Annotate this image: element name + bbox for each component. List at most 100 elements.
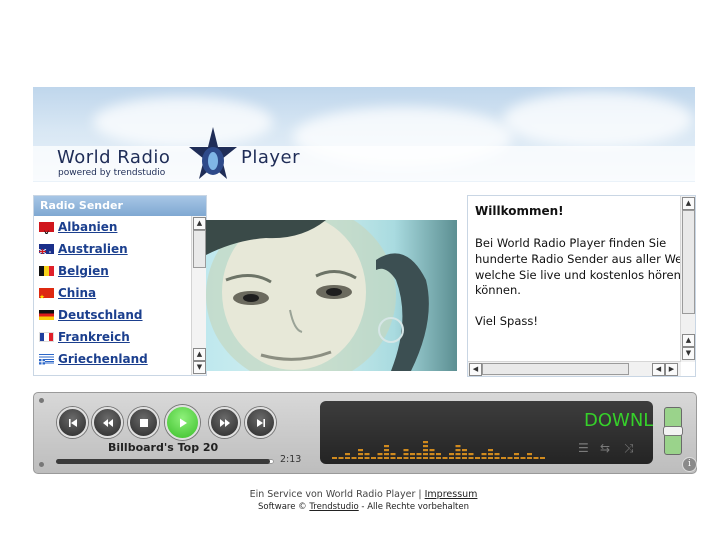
country-item-griechenland: Griechenland	[34, 348, 206, 370]
radio-sender-title: Radio Sender	[34, 196, 206, 216]
equalizer-segment	[364, 457, 370, 459]
skip-forward-icon	[256, 418, 265, 427]
volume-knob[interactable]	[663, 426, 683, 436]
country-link-australien[interactable]: Australien	[58, 242, 128, 256]
scroll-left-arrow-icon[interactable]: ◀	[652, 363, 665, 376]
skip-forward-button[interactable]	[245, 407, 276, 438]
welcome-vertical-scrollbar[interactable]: ▲ ▲ ▼	[680, 196, 695, 362]
equalizer-segment	[345, 453, 350, 456]
equalizer-segment	[468, 453, 474, 456]
playlist-icon[interactable]: ☰	[578, 441, 589, 455]
country-item-australien: Australien	[34, 238, 206, 260]
equalizer-segment	[351, 457, 357, 459]
logo-text-world-radio: World Radio	[57, 147, 171, 168]
equalizer-segment	[449, 453, 454, 456]
equalizer-segment	[423, 441, 428, 444]
country-link-deutschland[interactable]: Deutschland	[58, 308, 143, 322]
equalizer-segment	[358, 453, 363, 456]
scroll-up-arrow-icon[interactable]: ▲	[193, 217, 206, 230]
equalizer-segment	[332, 457, 337, 459]
rewind-button[interactable]	[92, 407, 123, 438]
scroll-right-arrow-icon[interactable]: ▶	[665, 363, 678, 376]
china-flag-icon	[39, 288, 54, 299]
scroll-down-arrow-icon[interactable]: ▼	[193, 361, 206, 374]
footer-line-2: Software © Trendstudio - Alle Rechte vor…	[0, 502, 727, 512]
equalizer-segment	[462, 457, 467, 459]
equalizer-segment	[423, 453, 428, 456]
equalizer-segment	[494, 453, 500, 456]
equalizer-segment	[429, 449, 435, 452]
shuffle-icon[interactable]: ⤨	[624, 441, 634, 456]
scroll-left-arrow-icon[interactable]: ◀	[469, 363, 482, 376]
equalizer-segment	[403, 457, 409, 459]
repeat-icon[interactable]: ⇆	[600, 441, 610, 455]
germany-flag-icon	[39, 310, 54, 320]
welcome-text-line: Bei World Radio Player finden Sie	[475, 236, 667, 250]
logo-star-icon	[189, 127, 237, 179]
equalizer-segment	[429, 453, 435, 456]
equalizer-segment	[338, 457, 344, 459]
country-link-albanien[interactable]: Albanien	[58, 220, 117, 234]
equalizer-segment	[371, 457, 376, 459]
scroll-thumb[interactable]	[682, 210, 695, 314]
scroll-up-arrow-icon[interactable]: ▲	[682, 334, 695, 347]
country-link-frankreich[interactable]: Frankreich	[58, 330, 130, 344]
display-scroll-text: DOWNL	[584, 410, 653, 431]
info-icon[interactable]: i	[682, 457, 697, 472]
impressum-link[interactable]: Impressum	[425, 489, 478, 500]
face-photo-image	[206, 220, 429, 371]
equalizer-segment	[527, 453, 532, 456]
country-link-griechenland[interactable]: Griechenland	[58, 352, 148, 366]
scroll-thumb[interactable]	[482, 363, 629, 375]
equalizer-segment	[488, 457, 493, 459]
play-icon	[179, 418, 187, 427]
scroll-thumb[interactable]	[193, 230, 206, 268]
country-item-china: China	[34, 282, 206, 304]
equalizer-segment	[384, 449, 389, 452]
equalizer-segment	[390, 453, 396, 456]
fast-forward-button[interactable]	[209, 407, 240, 438]
rewind-icon	[102, 418, 113, 427]
country-item-frankreich: Frankreich	[34, 326, 206, 348]
skip-back-button[interactable]	[57, 407, 88, 438]
player-display: DOWNL ☰ ⇆ ⤨	[320, 401, 653, 464]
equalizer-segment	[423, 457, 428, 459]
equalizer-segment	[455, 445, 461, 448]
play-button[interactable]	[165, 405, 200, 440]
equalizer-segment	[533, 457, 539, 459]
sender-scrollbar[interactable]: ▲ ▲ ▼	[191, 216, 206, 375]
equalizer-segment	[384, 453, 389, 456]
site-logo[interactable]: World Radio Player powered by trendstudi…	[57, 127, 317, 187]
country-link-china[interactable]: China	[58, 286, 96, 300]
banner-cloud	[93, 97, 273, 147]
equalizer-segment	[436, 453, 441, 456]
welcome-text-line: welche Sie live und kostenlos hören	[475, 268, 681, 282]
equalizer-segment	[455, 453, 461, 456]
progress-fill	[56, 459, 270, 464]
equalizer-segment	[416, 457, 422, 459]
australia-flag-icon	[38, 244, 54, 258]
equalizer-segment	[488, 449, 493, 452]
volume-slider[interactable]	[663, 407, 683, 455]
scroll-up-arrow-icon[interactable]: ▲	[682, 197, 695, 210]
equalizer-segment	[377, 457, 383, 459]
country-item-deutschland: Deutschland	[34, 304, 206, 326]
equalizer-segment	[468, 457, 474, 459]
progress-bar[interactable]	[56, 459, 274, 464]
equalizer-segment	[501, 457, 506, 459]
equalizer-segment	[436, 457, 441, 459]
equalizer-segment	[449, 457, 454, 459]
trendstudio-link[interactable]: Trendstudio	[309, 502, 358, 512]
stop-button[interactable]	[128, 407, 159, 438]
greece-flag-icon	[39, 354, 54, 365]
equalizer-segment	[494, 457, 500, 459]
france-flag-icon	[39, 332, 54, 342]
welcome-horizontal-scrollbar[interactable]: ◀ ◀ ▶	[468, 361, 681, 376]
footer-service-text: Ein Service von World Radio Player |	[249, 489, 425, 500]
country-link-belgien[interactable]: Belgien	[58, 264, 109, 278]
equalizer-segment	[384, 457, 389, 459]
equalizer-segment	[455, 449, 461, 452]
equalizer-segment	[514, 457, 519, 459]
scroll-up-arrow-icon[interactable]: ▲	[193, 348, 206, 361]
scroll-down-arrow-icon[interactable]: ▼	[682, 347, 695, 360]
